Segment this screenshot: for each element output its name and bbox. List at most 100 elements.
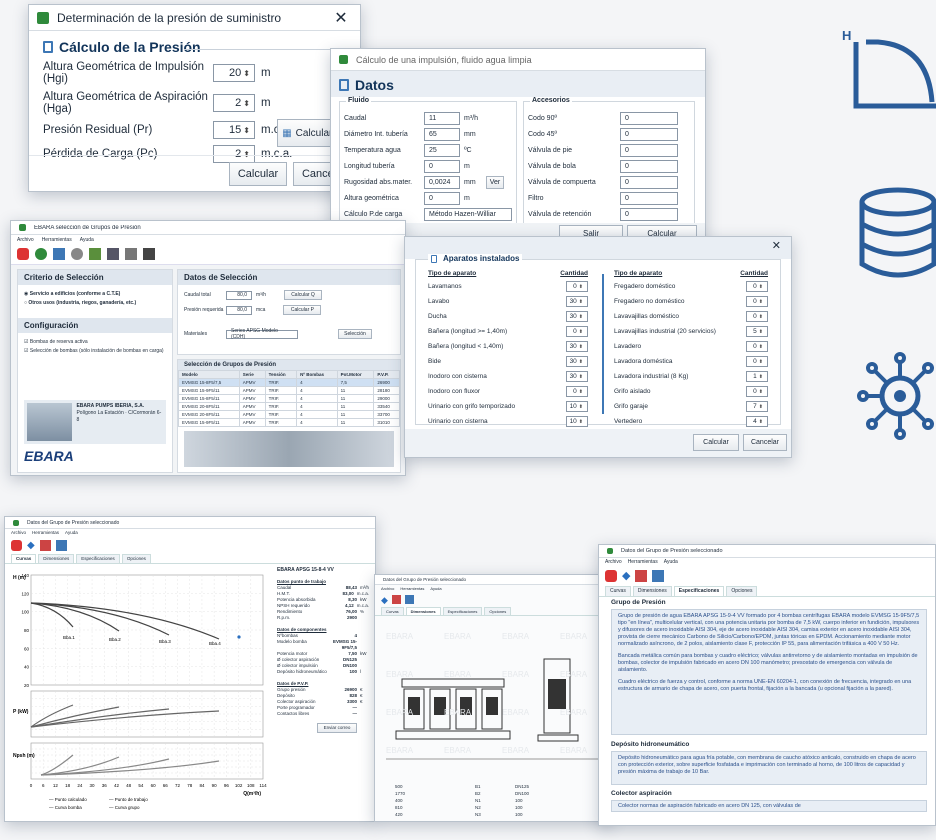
menu-item[interactable]: Herramientas [628, 559, 658, 567]
power-icon[interactable] [605, 570, 617, 582]
aparato-quantity-input[interactable]: 30 ⬍ [566, 371, 588, 382]
spinner-icon[interactable]: ⬍ [759, 299, 763, 305]
presion-input[interactable]: 80,0 [226, 305, 252, 315]
notes-icon[interactable] [53, 248, 65, 260]
menu-item[interactable]: Herramientas [32, 530, 59, 537]
power-icon[interactable] [17, 248, 29, 260]
accesorio-input[interactable]: 0 [620, 144, 678, 157]
row-input[interactable]: 2 ⬍ [213, 145, 255, 163]
tab[interactable]: Curvas [605, 586, 631, 596]
fluido-input[interactable]: 0 [424, 192, 460, 205]
grid-icon[interactable] [107, 248, 119, 260]
spinner-icon[interactable]: ⬍ [579, 419, 583, 425]
spinner-icon[interactable]: ⬍ [579, 329, 583, 335]
calc-q-button[interactable]: Calcular Q [284, 290, 322, 300]
export-icon[interactable] [652, 570, 665, 582]
seleccion-button[interactable]: Selección [338, 329, 372, 339]
tab[interactable]: Opciones [121, 554, 151, 563]
calcular-button[interactable]: Calcular [693, 434, 739, 451]
aparato-quantity-input[interactable]: 30 ⬍ [566, 311, 588, 322]
column-header[interactable]: Pot.Motor [336, 370, 375, 379]
spinner-icon[interactable]: ⬍ [579, 389, 583, 395]
aparato-quantity-input[interactable]: 0 ⬍ [566, 386, 588, 397]
criterio-option[interactable]: ◉ Servicio a edificios (conforme a C.T.E… [24, 291, 166, 297]
criterio-option[interactable]: ○ Otros usos (industria, riegos, ganader… [24, 300, 166, 306]
table-row[interactable]: EVMSG 15-8F5/7,5 APMV TRIF. 4 7,5 26900 [178, 378, 400, 387]
aparato-quantity-input[interactable]: 0 ⬍ [566, 326, 588, 337]
aparato-quantity-input[interactable]: 5 ⬍ [746, 326, 768, 337]
accesorio-input[interactable]: 0 [620, 176, 678, 189]
spinner-icon[interactable]: ⬍ [243, 69, 250, 78]
config-option[interactable]: ☑ Selección de bombas (sólo instalación … [24, 348, 166, 354]
spinner-icon[interactable]: ⬍ [579, 404, 583, 410]
spinner-icon[interactable]: ⬍ [579, 314, 583, 320]
spinner-icon[interactable]: ⬍ [579, 299, 583, 305]
aparato-quantity-input[interactable]: 0 ⬍ [746, 296, 768, 307]
document-icon[interactable] [391, 595, 401, 604]
calc-pcarga-select[interactable]: Método Hazen-Williar [424, 208, 512, 221]
aparato-quantity-input[interactable]: 30 ⬍ [566, 341, 588, 352]
pump-icon[interactable] [125, 248, 137, 260]
tab[interactable]: Dimensiones [632, 586, 672, 596]
column-header[interactable]: Tensión [264, 370, 298, 379]
table-row[interactable]: EVMSG 15-8F5/11 APMV TRIF. 4 11 29000 [178, 394, 400, 403]
spinner-icon[interactable]: ⬍ [759, 284, 763, 290]
column-header[interactable]: Modelo [178, 370, 240, 379]
tab[interactable]: Opciones [726, 586, 758, 596]
tab[interactable]: Dimensiones [38, 554, 75, 563]
tab[interactable]: Especificaciones [673, 586, 725, 596]
aparato-quantity-input[interactable]: 1 ⬍ [746, 371, 768, 382]
menu-item[interactable]: Archivo [17, 237, 34, 243]
tools-icon[interactable] [143, 248, 155, 260]
materiales-select[interactable]: Series APSG Modelo (CDH) [226, 328, 298, 340]
spinner-icon[interactable]: ⬍ [243, 99, 250, 108]
menu-item[interactable]: Archivo [381, 586, 394, 592]
spinner-icon[interactable]: ⬍ [579, 344, 583, 350]
accesorio-input[interactable]: 0 [620, 128, 678, 141]
aparato-quantity-input[interactable]: 30 ⬍ [566, 356, 588, 367]
spinner-icon[interactable]: ⬍ [243, 126, 250, 135]
table-row[interactable]: EVMSG 20-8F5/11 APMV TRIF. 4 11 33540 [178, 402, 400, 411]
spinner-icon[interactable]: ⬍ [759, 389, 763, 395]
column-header[interactable]: P.V.P. [373, 370, 400, 379]
spinner-icon[interactable]: ⬍ [579, 359, 583, 365]
row-input[interactable]: 20 ⬍ [213, 64, 255, 82]
aparato-quantity-input[interactable]: 4 ⬍ [746, 416, 768, 427]
row-input[interactable]: 15 ⬍ [213, 121, 255, 139]
menu-item[interactable]: Archivo [11, 530, 26, 537]
spinner-icon[interactable]: ⬍ [759, 314, 763, 320]
aparato-quantity-input[interactable]: 0 ⬍ [746, 386, 768, 397]
spinner-icon[interactable]: ⬍ [759, 329, 763, 335]
spinner-icon[interactable]: ⬍ [759, 344, 763, 350]
spinner-icon[interactable]: ⬍ [759, 419, 763, 425]
aparato-quantity-input[interactable]: 10 ⬍ [566, 416, 588, 427]
spinner-icon[interactable]: ⬍ [759, 404, 763, 410]
menu-item[interactable]: Ayuda [664, 559, 678, 567]
table-row[interactable]: EVMSG 20-8F5/11 APMV TRIF. 4 11 33700 [178, 410, 400, 419]
spinner-icon[interactable]: ⬍ [759, 374, 763, 380]
spinner-icon[interactable]: ⬍ [759, 359, 763, 365]
grupo-text-box[interactable]: Grupo de presión de agua EBARA APSG 15-9… [611, 609, 927, 735]
close-icon[interactable]: ✕ [330, 8, 352, 28]
aparato-quantity-input[interactable]: 0 ⬍ [746, 281, 768, 292]
calc-p-button[interactable]: Calcular P [283, 305, 322, 315]
column-header[interactable]: Serie [238, 370, 266, 379]
tab[interactable]: Especificaciones [442, 607, 483, 615]
export-icon[interactable] [55, 540, 67, 551]
column-header[interactable]: Nº Bombas [296, 370, 338, 379]
menu-item[interactable]: Herramientas [400, 586, 424, 592]
back-arrow-icon[interactable]: ◆ [622, 570, 630, 584]
aparato-quantity-input[interactable]: 7 ⬍ [746, 401, 768, 412]
tab[interactable]: Especificaciones [76, 554, 120, 563]
aparato-quantity-input[interactable]: 10 ⬍ [566, 401, 588, 412]
power-icon[interactable] [11, 540, 22, 551]
aparato-quantity-input[interactable]: 0 ⬍ [566, 281, 588, 292]
export-icon[interactable] [404, 595, 414, 604]
chart-icon[interactable] [89, 248, 101, 260]
accesorio-input[interactable]: 0 [620, 192, 678, 205]
eco-icon[interactable] [35, 248, 47, 260]
spinner-icon[interactable]: ⬍ [579, 284, 583, 290]
spinner-icon[interactable]: ⬍ [579, 374, 583, 380]
aparato-quantity-input[interactable]: 30 ⬍ [566, 296, 588, 307]
tab[interactable]: Curvas [11, 554, 37, 563]
